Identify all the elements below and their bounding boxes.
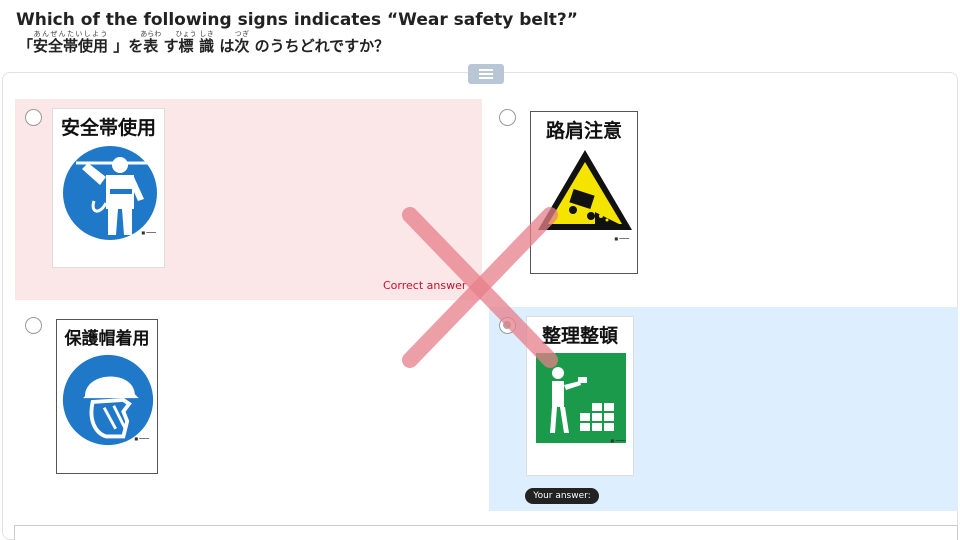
choice-4[interactable]: 整理整頓 ■ ━━━━ bbox=[489, 307, 958, 511]
furigana: つぎ bbox=[234, 30, 250, 38]
sign-footer-mark: ■ ━━━━ bbox=[141, 230, 156, 235]
drag-handle-icon[interactable] bbox=[468, 64, 504, 84]
sign-title: 路肩注意 bbox=[545, 120, 622, 142]
your-answer-badge: Your answer: bbox=[525, 488, 599, 504]
choice-3[interactable]: 保護帽着用 ■ ━━━━ bbox=[15, 307, 482, 511]
question-japanese-word: 識しき bbox=[199, 30, 215, 55]
sign-footer-mark: ■ ━━━━ bbox=[614, 236, 629, 241]
sign-footer-mark: ■ ━━━━ bbox=[610, 438, 625, 443]
choice-2-radio[interactable] bbox=[499, 109, 516, 126]
sign-title: 保護帽着用 bbox=[64, 329, 150, 349]
question-japanese-word: 表あらわ bbox=[140, 30, 162, 55]
furigana: ひょう bbox=[175, 30, 197, 38]
safety-belt-icon bbox=[63, 146, 157, 240]
road-shoulder-warning-icon bbox=[538, 150, 632, 230]
question-english: Which of the following signs indicates “… bbox=[16, 10, 578, 30]
choice-2[interactable]: 路肩注意 ■ ━━━━ bbox=[489, 99, 958, 300]
furigana: あらわ bbox=[140, 30, 162, 38]
question-japanese-text: のうちどれですか？ bbox=[249, 37, 390, 55]
choice-1-radio[interactable] bbox=[25, 109, 42, 126]
sign-road-shoulder: 路肩注意 ■ ━━━━ bbox=[530, 111, 638, 274]
sign-hard-hat: 保護帽着用 ■ ━━━━ bbox=[56, 319, 158, 474]
question-japanese-word: 次つぎ bbox=[234, 30, 250, 55]
question-japanese-text: は bbox=[214, 37, 235, 55]
question-japanese-text: 「 bbox=[18, 37, 34, 55]
choice-1[interactable]: 安全帯使用 ■ ━━━━ bbox=[15, 99, 482, 300]
correct-answer-label: Correct answer bbox=[383, 279, 467, 292]
explanation-box bbox=[14, 525, 958, 540]
tidy-up-icon bbox=[536, 353, 626, 443]
question-japanese-word: 標ひょう bbox=[175, 30, 197, 55]
sign-title: 安全帯使用 bbox=[60, 117, 156, 139]
sign-footer-mark: ■ ━━━━ bbox=[134, 436, 149, 441]
question-japanese-text: 」を bbox=[108, 37, 144, 55]
choice-4-radio[interactable] bbox=[499, 317, 516, 334]
furigana: あんぜんたいしよう bbox=[33, 30, 109, 38]
question-japanese: 「安全帯使用あんぜんたいしよう 」を表あらわ す標ひょう 識しき は次つぎ のう… bbox=[18, 30, 389, 56]
furigana: しき bbox=[199, 30, 215, 38]
sign-safety-belt: 安全帯使用 ■ ━━━━ bbox=[52, 108, 165, 268]
question-japanese-word: 安全帯使用あんぜんたいしよう bbox=[33, 30, 109, 55]
sign-tidy-up: 整理整頓 ■ ━━━━ bbox=[526, 316, 634, 476]
sign-title: 整理整頓 bbox=[541, 325, 618, 347]
choice-3-radio[interactable] bbox=[25, 317, 42, 334]
hard-hat-icon bbox=[62, 354, 154, 446]
